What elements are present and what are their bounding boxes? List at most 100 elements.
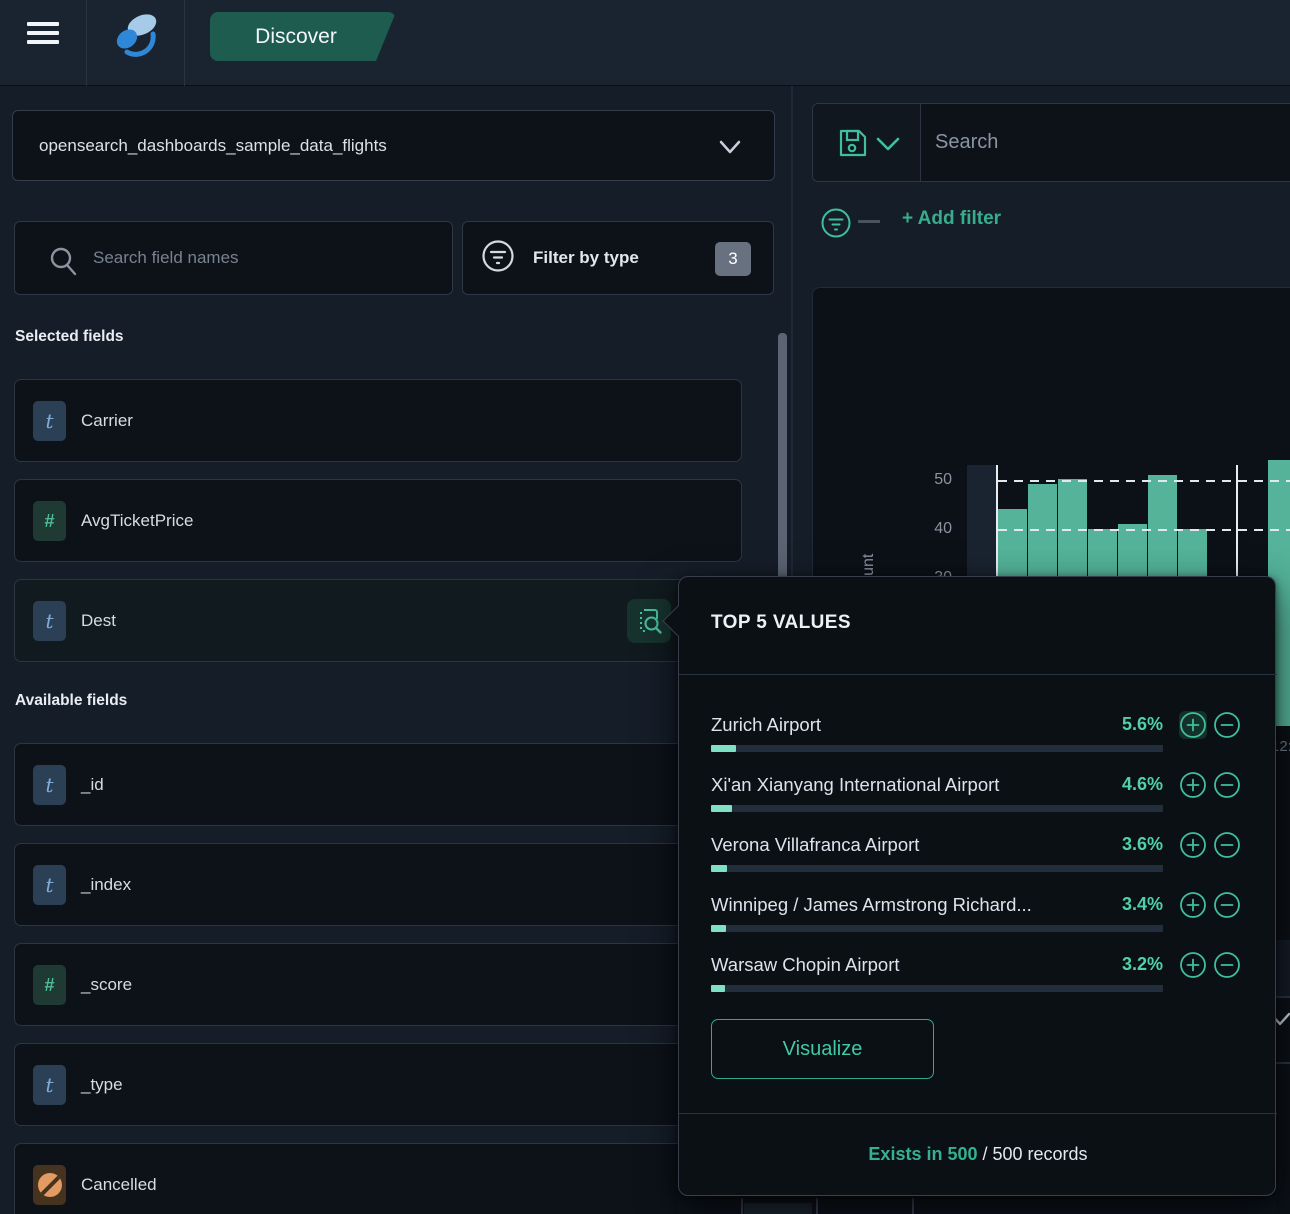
saved-queries-button[interactable] — [813, 104, 921, 181]
filter-pin-divider — [858, 220, 880, 223]
available-fields-heading: Available fields — [15, 692, 127, 710]
discover-app: Discover opensearch_dashboards_sample_da… — [0, 0, 1290, 1214]
value-percent: 5.6% — [1122, 714, 1163, 735]
value-label: Zurich Airport — [711, 714, 1106, 736]
top-value-row: Winnipeg / James Armstrong Richard... 3.… — [711, 894, 1245, 938]
percent-fill — [711, 805, 732, 812]
percent-track — [711, 925, 1163, 932]
menu-icon[interactable] — [27, 22, 59, 44]
value-label: Verona Villafranca Airport — [711, 834, 1106, 856]
percent-fill — [711, 985, 725, 992]
table-divider — [1274, 1062, 1290, 1064]
chevron-down-icon — [718, 139, 742, 160]
field-name: _type — [81, 1075, 123, 1095]
field-name: AvgTicketPrice — [81, 511, 193, 531]
string-type-icon: t — [33, 1065, 66, 1105]
exists-count: Exists in 500 — [868, 1144, 977, 1164]
filter-bar: + Add filter — [812, 200, 1290, 246]
value-percent: 4.6% — [1122, 774, 1163, 795]
field-search-box — [14, 221, 453, 295]
value-percent: 3.2% — [1122, 954, 1163, 975]
field-search-input[interactable] — [93, 222, 443, 294]
selected-fields-heading: Selected fields — [15, 328, 124, 346]
field-item-id[interactable]: t _id — [14, 743, 742, 826]
table-strip — [678, 1196, 1276, 1214]
filter-out-value-button[interactable] — [1213, 951, 1241, 979]
filter-circle-icon — [481, 239, 515, 278]
filter-for-value-button[interactable] — [1179, 831, 1207, 859]
nav-divider — [184, 0, 185, 86]
filter-out-value-button[interactable] — [1213, 891, 1241, 919]
add-filter-button[interactable]: + Add filter — [902, 208, 1001, 230]
number-type-icon: # — [33, 501, 66, 541]
y-axis-tick-label: 40 — [906, 520, 952, 538]
filter-for-value-button[interactable] — [1179, 891, 1207, 919]
percent-track — [711, 985, 1163, 992]
search-icon — [49, 246, 79, 281]
popover-title: TOP 5 VALUES — [711, 612, 851, 634]
table-edge — [1274, 940, 1290, 996]
percent-track — [711, 805, 1163, 812]
field-item-avgticketprice[interactable]: # AvgTicketPrice — [14, 479, 742, 562]
percent-track — [711, 865, 1163, 872]
string-type-icon: t — [33, 865, 66, 905]
dashed-gridline — [998, 529, 1290, 531]
divider — [679, 674, 1277, 675]
field-item-cancelled[interactable]: Cancelled — [14, 1143, 742, 1214]
filter-count-badge: 3 — [715, 242, 751, 276]
percent-fill — [711, 925, 726, 932]
records-count: / 500 records — [978, 1144, 1088, 1164]
field-item-dest[interactable]: t Dest — [14, 579, 742, 662]
value-label: Xi'an Xianyang International Airport — [711, 774, 1106, 796]
value-label: Warsaw Chopin Airport — [711, 954, 1106, 976]
filter-by-type-label: Filter by type — [533, 248, 639, 268]
filter-icon[interactable] — [820, 207, 852, 239]
index-pattern-label: opensearch_dashboards_sample_data_flight… — [39, 136, 387, 156]
boolean-type-icon — [33, 1165, 66, 1205]
string-type-icon: t — [33, 401, 66, 441]
nav-divider — [86, 0, 87, 86]
filter-out-value-button[interactable] — [1213, 711, 1241, 739]
table-divider — [1274, 996, 1290, 998]
search-input[interactable] — [935, 104, 1275, 181]
visualize-button[interactable]: Visualize — [711, 1019, 934, 1079]
percent-fill — [711, 865, 727, 872]
percent-fill — [711, 745, 736, 752]
string-type-icon: t — [33, 601, 66, 641]
discover-tab[interactable]: Discover — [210, 12, 396, 61]
value-percent: 3.6% — [1122, 834, 1163, 855]
popover-footer: Exists in 500 / 500 records — [679, 1114, 1277, 1197]
field-item-score[interactable]: # _score — [14, 943, 742, 1026]
top-value-row: Zurich Airport 5.6% — [711, 714, 1245, 758]
top-value-row: Verona Villafranca Airport 3.6% — [711, 834, 1245, 878]
field-name: _score — [81, 975, 132, 995]
top-values-popover: TOP 5 VALUES Zurich Airport 5.6% Xi'an X… — [678, 576, 1276, 1196]
dashed-gridline — [998, 480, 1290, 482]
value-percent: 3.4% — [1122, 894, 1163, 915]
field-name: Dest — [81, 611, 116, 631]
field-name: Cancelled — [81, 1175, 157, 1195]
string-type-icon: t — [33, 765, 66, 805]
field-name: _index — [81, 875, 131, 895]
index-pattern-select[interactable]: opensearch_dashboards_sample_data_flight… — [12, 110, 775, 181]
y-axis-tick-label: 50 — [906, 471, 952, 489]
value-label: Winnipeg / James Armstrong Richard... — [711, 894, 1106, 916]
filter-by-type-button[interactable]: Filter by type 3 — [462, 221, 774, 295]
number-type-icon: # — [33, 965, 66, 1005]
filter-for-value-button[interactable] — [1179, 711, 1207, 739]
filter-out-value-button[interactable] — [1213, 831, 1241, 859]
top-value-row: Xi'an Xianyang International Airport 4.6… — [711, 774, 1245, 818]
top-navbar: Discover — [0, 0, 1290, 86]
percent-track — [711, 745, 1163, 752]
field-item-index[interactable]: t _index — [14, 843, 742, 926]
filter-out-value-button[interactable] — [1213, 771, 1241, 799]
query-bar — [812, 103, 1290, 182]
field-name: _id — [81, 775, 104, 795]
field-name: Carrier — [81, 411, 133, 431]
opensearch-logo-icon[interactable] — [111, 10, 163, 62]
top-value-row: Warsaw Chopin Airport 3.2% — [711, 954, 1245, 998]
filter-for-value-button[interactable] — [1179, 771, 1207, 799]
field-item-carrier[interactable]: t Carrier — [14, 379, 742, 462]
filter-for-value-button[interactable] — [1179, 951, 1207, 979]
field-item-type[interactable]: t _type — [14, 1043, 742, 1126]
